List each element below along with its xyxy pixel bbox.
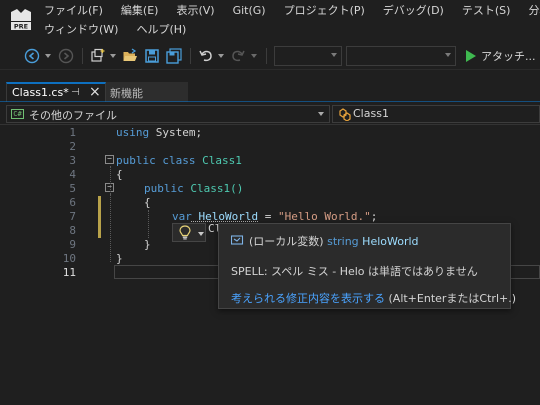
document-tabs: Class1.cs* ⊣ × 新機能 [0, 80, 540, 102]
scope-label: その他のファイル [29, 107, 117, 123]
member-label: Class1 [353, 107, 389, 120]
menu-view[interactable]: 表示(V) [176, 2, 214, 20]
tooltip-fix-row: 考えられる修正内容を表示する (Alt+EnterまたはCtrl+.) [231, 290, 516, 306]
line-number-current: 11 [40, 266, 76, 279]
save-button[interactable] [142, 46, 162, 66]
line-number: 10 [40, 252, 76, 265]
menu-git[interactable]: Git(G) [233, 2, 266, 20]
lightbulb-icon [178, 225, 192, 240]
chevron-down-icon [218, 54, 224, 58]
play-icon [465, 50, 476, 62]
toolbar-separator [82, 48, 83, 64]
chevron-down-icon [45, 54, 51, 58]
chevron-down-icon [331, 53, 337, 57]
csharp-file-icon: C# [11, 109, 24, 119]
menu-project[interactable]: プロジェクト(P) [284, 2, 365, 20]
scope-dropdown[interactable]: C# その他のファイル [6, 105, 330, 123]
chevron-down-icon [251, 54, 257, 58]
attach-button[interactable]: アタッチ... [465, 46, 536, 66]
toolbar: アタッチ... [0, 42, 540, 70]
undo-icon [198, 48, 214, 64]
menu-debug[interactable]: デバッグ(D) [383, 2, 444, 20]
line-number: 6 [40, 196, 76, 209]
code-line-3: public class Class1 [116, 154, 242, 167]
tab-class1-cs[interactable]: Class1.cs* ⊣ × [6, 82, 106, 102]
back-icon [24, 48, 40, 64]
line-number: 8 [40, 224, 76, 237]
code-line-4: { [116, 168, 123, 181]
line-number: 1 [40, 126, 76, 139]
tooltip-spell-message: SPELL: スペル ミス - Helo は単語ではありません [231, 263, 478, 279]
redo-icon [230, 48, 246, 64]
menu-file[interactable]: ファイル(F) [44, 2, 103, 20]
show-fixes-link[interactable]: 考えられる修正内容を表示する [231, 292, 385, 305]
menu-window[interactable]: ウィンドウ(W) [44, 21, 118, 39]
code-line-7: var HeloWorld = "Hello World."; [172, 210, 377, 223]
save-all-button[interactable] [164, 46, 184, 66]
collapse-icon[interactable]: − [105, 155, 114, 164]
tab-whats-new[interactable]: 新機能 [106, 82, 188, 102]
chevron-down-icon [318, 112, 324, 116]
fold-guide [110, 194, 111, 246]
chevron-down-icon [198, 232, 204, 236]
local-variable-icon [231, 234, 244, 246]
platform-combo[interactable] [346, 46, 456, 66]
navigation-bar: C# その他のファイル Class1 [0, 103, 540, 125]
line-number: 2 [40, 140, 76, 153]
tab-underline [0, 101, 540, 102]
open-button[interactable] [120, 46, 140, 66]
line-number: 3 [40, 154, 76, 167]
shortcut-hint: (Alt+EnterまたはCtrl+.) [385, 292, 516, 305]
back-button[interactable] [22, 46, 42, 66]
open-folder-icon [122, 48, 138, 64]
menu-help[interactable]: ヘルプ(H) [136, 21, 186, 39]
indent-guide [148, 210, 149, 238]
save-icon [144, 48, 160, 64]
line-number: 5 [40, 182, 76, 195]
chevron-down-icon [110, 54, 116, 58]
code-line-1: using System; [116, 126, 202, 139]
redo-dropdown[interactable] [250, 46, 258, 66]
undo-dropdown[interactable] [217, 46, 225, 66]
change-marker [98, 196, 101, 238]
line-number: 7 [40, 210, 76, 223]
new-project-icon [90, 48, 106, 64]
pin-icon[interactable]: ⊣ [71, 87, 80, 98]
line-number: 4 [40, 168, 76, 181]
forward-icon [58, 48, 74, 64]
tooltip-signature: (ローカル変数) string HeloWorld [249, 233, 419, 249]
svg-text:PRE: PRE [14, 23, 28, 31]
forward-button[interactable] [56, 46, 76, 66]
menu-bar: PRE ファイル(F) 編集(E) 表示(V) Git(G) プロジェクト(P)… [0, 0, 540, 40]
code-line-6: { [144, 196, 151, 209]
new-project-dropdown[interactable] [109, 46, 117, 66]
member-dropdown[interactable]: Class1 [332, 105, 540, 123]
menu-test[interactable]: テスト(S) [462, 2, 511, 20]
undo-button[interactable] [196, 46, 216, 66]
back-dropdown[interactable] [44, 46, 52, 66]
code-line-5: public Class1() [144, 182, 243, 195]
code-line-9: } [144, 238, 151, 251]
menu-analyze[interactable]: 分析(N) [528, 2, 540, 20]
menu-edit[interactable]: 編集(E) [121, 2, 159, 20]
new-project-button[interactable] [88, 46, 108, 66]
tab-label: Class1.cs* [12, 86, 69, 99]
class-icon [337, 108, 351, 121]
menu-row-1: ファイル(F) 編集(E) 表示(V) Git(G) プロジェクト(P) デバッ… [44, 2, 540, 20]
redo-button[interactable] [228, 46, 248, 66]
quick-info-tooltip: (ローカル変数) string HeloWorld SPELL: スペル ミス … [218, 223, 511, 309]
toolbar-separator [266, 48, 267, 64]
code-line-10: } [116, 252, 123, 265]
line-number: 9 [40, 238, 76, 251]
save-all-icon [166, 48, 182, 64]
quick-actions-button[interactable] [172, 223, 206, 242]
chevron-down-icon [445, 53, 451, 57]
close-icon[interactable]: × [89, 84, 101, 100]
attach-label: アタッチ... [481, 48, 536, 64]
toolbar-separator [190, 48, 191, 64]
configuration-combo[interactable] [274, 46, 342, 66]
visual-studio-preview-logo: PRE [8, 6, 34, 32]
tab-label: 新機能 [110, 85, 143, 101]
menu-row-2: ウィンドウ(W) ヘルプ(H) [44, 21, 204, 39]
